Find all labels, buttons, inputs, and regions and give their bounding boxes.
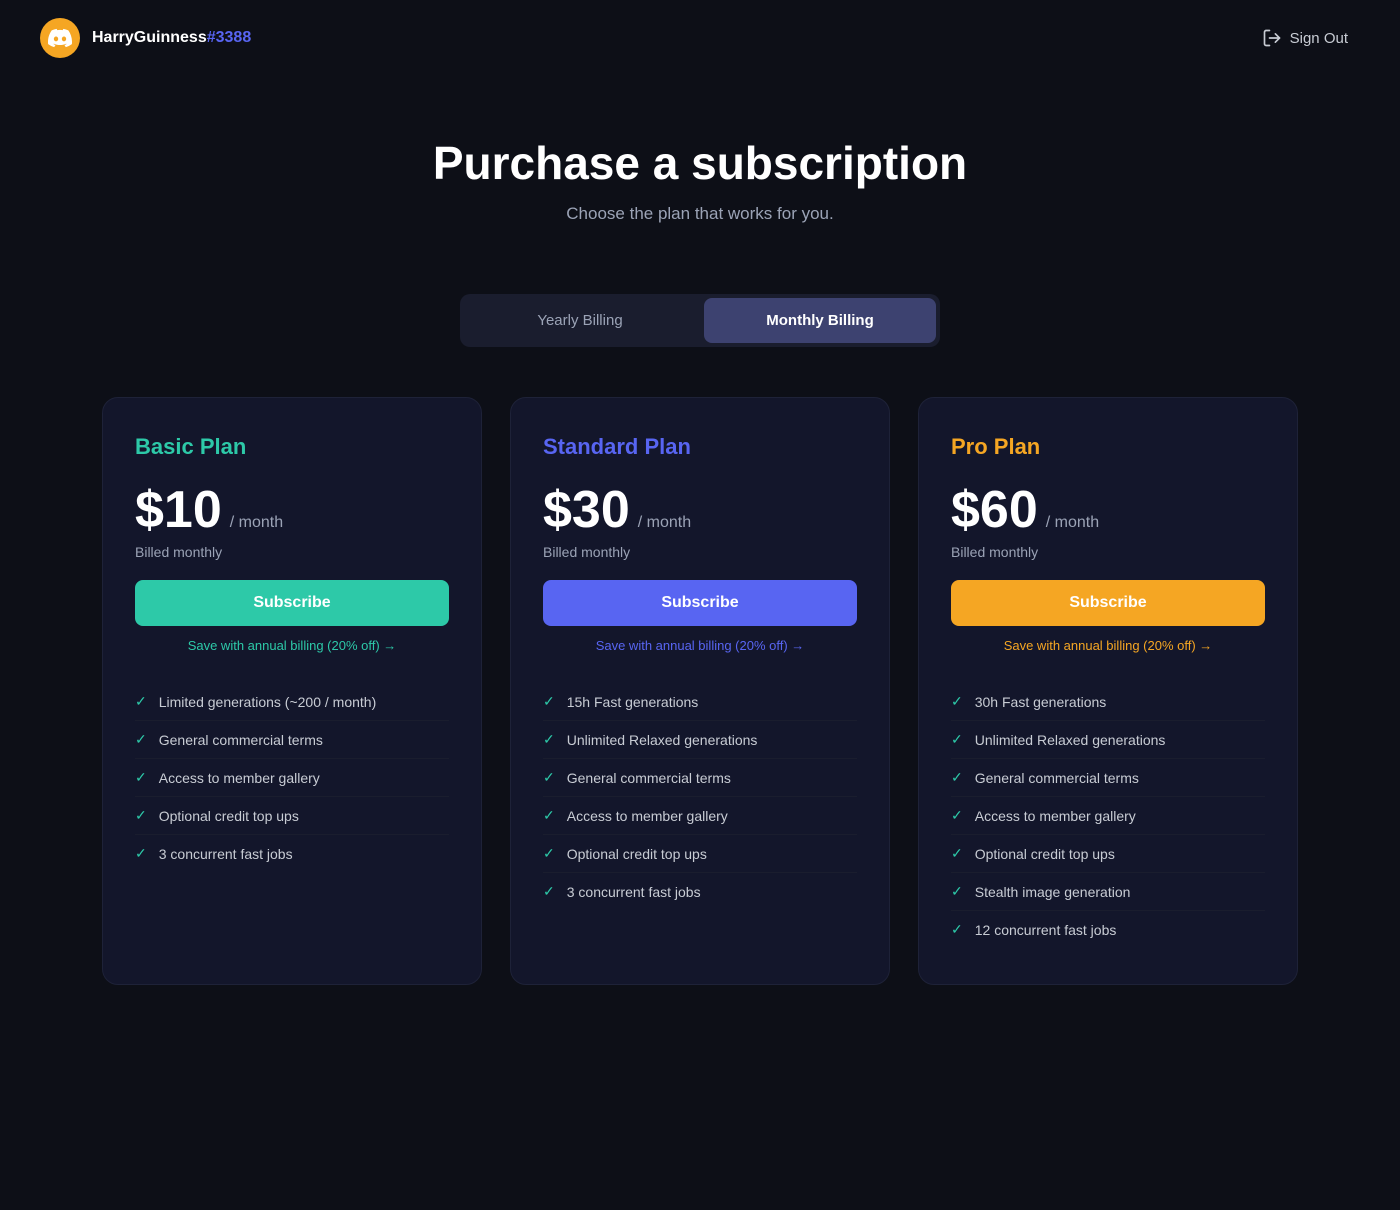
feature-text: Access to member gallery (975, 808, 1136, 824)
price-amount-standard: $30 (543, 480, 630, 540)
feature-text: Access to member gallery (159, 770, 320, 786)
feature-text: 30h Fast generations (975, 694, 1107, 710)
feature-item: ✓ Access to member gallery (135, 759, 449, 797)
plan-price-basic: $10 / month (135, 480, 449, 540)
feature-text: Unlimited Relaxed generations (975, 732, 1166, 748)
feature-text: 15h Fast generations (567, 694, 699, 710)
signout-button[interactable]: Sign Out (1250, 20, 1360, 56)
header: HarryGuinness#3388 Sign Out (0, 0, 1400, 76)
check-icon: ✓ (543, 807, 555, 824)
username: HarryGuinness#3388 (92, 29, 251, 47)
page-title: Purchase a subscription (20, 136, 1380, 190)
plan-name-basic: Basic Plan (135, 434, 449, 460)
feature-text: Unlimited Relaxed generations (567, 732, 758, 748)
feature-text: Optional credit top ups (975, 846, 1115, 862)
check-icon: ✓ (135, 731, 147, 748)
feature-text: Limited generations (~200 / month) (159, 694, 377, 710)
price-period-basic: / month (230, 514, 283, 532)
feature-text: 3 concurrent fast jobs (567, 884, 701, 900)
plan-price-pro: $60 / month (951, 480, 1265, 540)
check-icon: ✓ (951, 769, 963, 786)
save-link-standard[interactable]: Save with annual billing (20% off) → (543, 638, 857, 653)
billed-text-standard: Billed monthly (543, 544, 857, 560)
price-period-standard: / month (638, 514, 691, 532)
check-icon: ✓ (543, 769, 555, 786)
feature-item: ✓ Limited generations (~200 / month) (135, 683, 449, 721)
feature-text: Optional credit top ups (159, 808, 299, 824)
feature-text: General commercial terms (159, 732, 323, 748)
monthly-billing-button[interactable]: Monthly Billing (704, 298, 936, 343)
check-icon: ✓ (135, 845, 147, 862)
feature-item: ✓ Optional credit top ups (135, 797, 449, 835)
feature-item: ✓ 30h Fast generations (951, 683, 1265, 721)
feature-list-pro: ✓ 30h Fast generations ✓ Unlimited Relax… (951, 683, 1265, 948)
feature-item: ✓ 3 concurrent fast jobs (543, 873, 857, 910)
price-period-pro: / month (1046, 514, 1099, 532)
hero-section: Purchase a subscription Choose the plan … (0, 76, 1400, 264)
feature-item: ✓ Optional credit top ups (543, 835, 857, 873)
check-icon: ✓ (543, 731, 555, 748)
check-icon: ✓ (951, 807, 963, 824)
feature-text: General commercial terms (975, 770, 1139, 786)
plan-name-pro: Pro Plan (951, 434, 1265, 460)
plan-price-standard: $30 / month (543, 480, 857, 540)
check-icon: ✓ (951, 883, 963, 900)
check-icon: ✓ (543, 693, 555, 710)
plan-card-standard: Standard Plan $30 / month Billed monthly… (510, 397, 890, 985)
feature-item: ✓ General commercial terms (135, 721, 449, 759)
subscribe-button-basic[interactable]: Subscribe (135, 580, 449, 626)
feature-item: ✓ Stealth image generation (951, 873, 1265, 911)
feature-list-basic: ✓ Limited generations (~200 / month) ✓ G… (135, 683, 449, 872)
header-left: HarryGuinness#3388 (40, 18, 251, 58)
check-icon: ✓ (135, 807, 147, 824)
check-icon: ✓ (543, 883, 555, 900)
signout-label: Sign Out (1290, 30, 1348, 47)
plan-name-standard: Standard Plan (543, 434, 857, 460)
feature-item: ✓ General commercial terms (543, 759, 857, 797)
check-icon: ✓ (951, 921, 963, 938)
feature-item: ✓ Optional credit top ups (951, 835, 1265, 873)
feature-text: General commercial terms (567, 770, 731, 786)
check-icon: ✓ (135, 693, 147, 710)
subscribe-button-standard[interactable]: Subscribe (543, 580, 857, 626)
feature-list-standard: ✓ 15h Fast generations ✓ Unlimited Relax… (543, 683, 857, 910)
save-link-basic[interactable]: Save with annual billing (20% off) → (135, 638, 449, 653)
check-icon: ✓ (951, 845, 963, 862)
feature-item: ✓ 12 concurrent fast jobs (951, 911, 1265, 948)
feature-text: Access to member gallery (567, 808, 728, 824)
plan-card-pro: Pro Plan $60 / month Billed monthly Subs… (918, 397, 1298, 985)
plan-card-basic: Basic Plan $10 / month Billed monthly Su… (102, 397, 482, 985)
feature-text: Stealth image generation (975, 884, 1131, 900)
feature-item: ✓ 3 concurrent fast jobs (135, 835, 449, 872)
feature-text: 3 concurrent fast jobs (159, 846, 293, 862)
check-icon: ✓ (951, 731, 963, 748)
subscribe-button-pro[interactable]: Subscribe (951, 580, 1265, 626)
check-icon: ✓ (135, 769, 147, 786)
feature-text: Optional credit top ups (567, 846, 707, 862)
feature-item: ✓ Unlimited Relaxed generations (543, 721, 857, 759)
plans-container: Basic Plan $10 / month Billed monthly Su… (0, 397, 1400, 1045)
feature-item: ✓ Unlimited Relaxed generations (951, 721, 1265, 759)
price-amount-pro: $60 (951, 480, 1038, 540)
feature-item: ✓ General commercial terms (951, 759, 1265, 797)
page-subtitle: Choose the plan that works for you. (20, 204, 1380, 224)
billed-text-basic: Billed monthly (135, 544, 449, 560)
toggle-container: Yearly Billing Monthly Billing (460, 294, 940, 347)
signout-icon (1262, 28, 1282, 48)
feature-item: ✓ Access to member gallery (543, 797, 857, 835)
feature-item: ✓ Access to member gallery (951, 797, 1265, 835)
billing-toggle: Yearly Billing Monthly Billing (0, 294, 1400, 347)
check-icon: ✓ (951, 693, 963, 710)
check-icon: ✓ (543, 845, 555, 862)
feature-item: ✓ 15h Fast generations (543, 683, 857, 721)
price-amount-basic: $10 (135, 480, 222, 540)
feature-text: 12 concurrent fast jobs (975, 922, 1117, 938)
yearly-billing-button[interactable]: Yearly Billing (464, 298, 696, 343)
discord-logo-icon (40, 18, 80, 58)
billed-text-pro: Billed monthly (951, 544, 1265, 560)
save-link-pro[interactable]: Save with annual billing (20% off) → (951, 638, 1265, 653)
